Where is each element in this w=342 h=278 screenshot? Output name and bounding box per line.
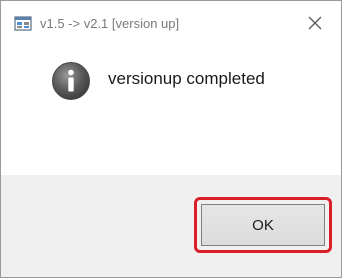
title-bar: v1.5 -> v2.1 [version up] <box>1 1 341 49</box>
ok-button[interactable]: OK <box>201 204 325 246</box>
message-dialog: v1.5 -> v2.1 [version up] versionup comp… <box>0 0 342 278</box>
app-window-icon <box>14 15 32 33</box>
close-icon <box>308 15 322 34</box>
dialog-message: versionup completed <box>108 69 265 88</box>
close-button[interactable] <box>295 8 335 40</box>
window-title: v1.5 -> v2.1 [version up] <box>40 16 180 31</box>
info-icon <box>51 61 91 101</box>
